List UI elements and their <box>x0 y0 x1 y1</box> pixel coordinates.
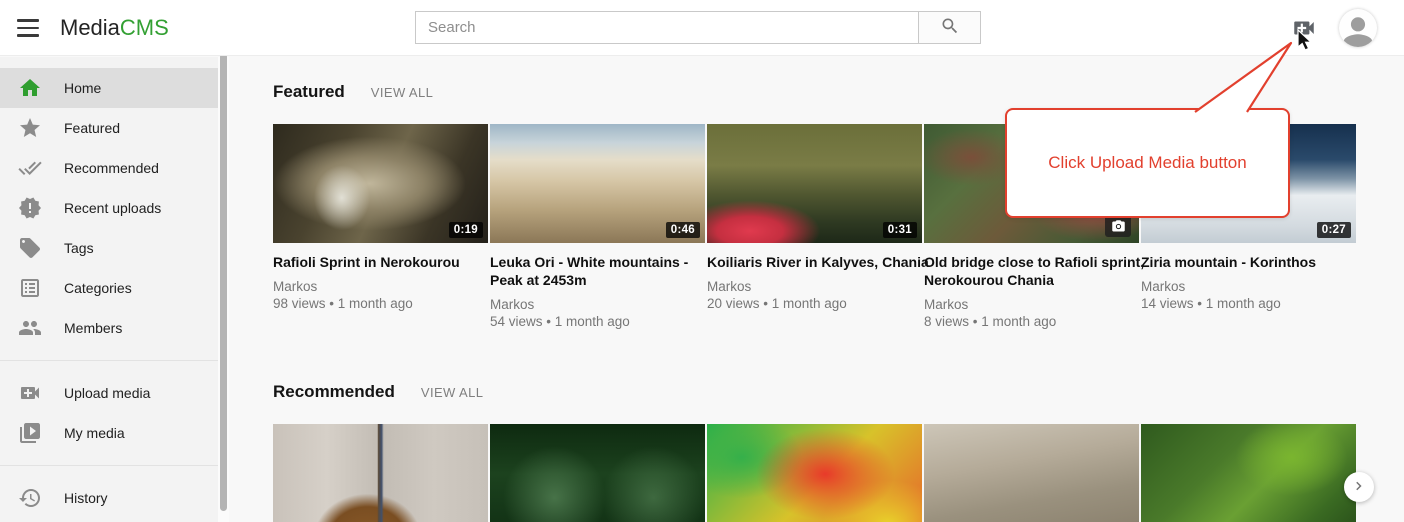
recommended-section: Recommended VIEW ALL <box>273 382 1404 522</box>
video-thumbnail[interactable] <box>490 424 705 522</box>
video-thumbnail[interactable] <box>707 424 922 522</box>
recommended-videos-row <box>273 424 1404 522</box>
sidebar-item-recommended[interactable]: Recommended <box>0 148 218 188</box>
duration-badge: 0:31 <box>883 222 917 238</box>
video-library-icon <box>18 421 42 445</box>
home-icon <box>18 76 42 100</box>
sidebar-item-label: Categories <box>64 280 132 296</box>
duration-badge: 0:27 <box>1317 222 1351 238</box>
video-author: Markos <box>273 278 488 295</box>
sidebar-item-label: Tags <box>64 240 94 256</box>
video-meta: 98 views • 1 month ago <box>273 295 488 312</box>
section-title-featured: Featured <box>273 82 345 102</box>
video-author: Markos <box>490 296 705 313</box>
people-icon <box>18 316 42 340</box>
sidebar-item-label: Recommended <box>64 160 159 176</box>
annotation-text: Click Upload Media button <box>1048 153 1246 173</box>
sidebar-item-label: Featured <box>64 120 120 136</box>
video-author: Markos <box>924 296 1139 313</box>
duration-badge: 0:46 <box>666 222 700 238</box>
video-call-icon <box>18 381 42 405</box>
sidebar-item-label: Members <box>64 320 122 336</box>
video-card: 0:46 Leuka Ori - White mountains - Peak … <box>490 124 705 330</box>
featured-view-all-link[interactable]: VIEW ALL <box>371 85 433 100</box>
upload-media-button[interactable] <box>1289 14 1319 44</box>
logo[interactable]: MediaCMS <box>60 0 169 56</box>
photo-camera-icon <box>1105 215 1131 237</box>
video-author: Markos <box>1141 278 1356 295</box>
featured-section-header: Featured VIEW ALL <box>273 82 1404 106</box>
carousel-next-button[interactable] <box>1344 472 1374 502</box>
mediacms-app: MediaCMS Home Featured Recommended <box>0 0 1404 522</box>
search-button[interactable] <box>918 11 981 44</box>
sidebar-scrollbar[interactable] <box>218 57 229 522</box>
video-thumbnail[interactable]: 0:31 <box>707 124 922 243</box>
user-avatar[interactable] <box>1339 9 1377 47</box>
video-title[interactable]: Old bridge close to Rafioli sprint, Nero… <box>924 253 1146 289</box>
sidebar-item-label: Upload media <box>64 385 150 401</box>
sidebar-divider <box>0 465 218 466</box>
sidebar-item-featured[interactable]: Featured <box>0 108 218 148</box>
video-thumbnail[interactable] <box>924 424 1139 522</box>
sidebar-item-members[interactable]: Members <box>0 308 218 348</box>
double-check-icon <box>18 156 42 180</box>
video-meta: 20 views • 1 month ago <box>707 295 922 312</box>
recommended-section-header: Recommended VIEW ALL <box>273 382 1404 406</box>
video-title[interactable]: Leuka Ori - White mountains - Peak at 24… <box>490 253 712 289</box>
video-author: Markos <box>707 278 922 295</box>
sidebar-item-label: Recent uploads <box>64 200 161 216</box>
annotation-callout: Click Upload Media button <box>1005 108 1290 218</box>
search-icon <box>940 16 960 39</box>
video-call-icon <box>1291 29 1317 44</box>
video-thumbnail[interactable] <box>273 424 488 522</box>
video-card: 0:31 Koiliaris River in Kalyves, Chania … <box>707 124 922 330</box>
video-meta: 54 views • 1 month ago <box>490 313 705 330</box>
sidebar-item-my-media[interactable]: My media <box>0 413 218 453</box>
sidebar-item-recent-uploads[interactable]: Recent uploads <box>0 188 218 228</box>
sidebar-item-upload-media[interactable]: Upload media <box>0 373 218 413</box>
sidebar-item-label: Home <box>64 80 101 96</box>
video-thumbnail[interactable]: 0:46 <box>490 124 705 243</box>
search-bar <box>415 11 981 44</box>
new-releases-icon <box>18 196 42 220</box>
video-title[interactable]: Ziria mountain - Korinthos <box>1141 253 1363 271</box>
recommended-view-all-link[interactable]: VIEW ALL <box>421 385 483 400</box>
tag-icon <box>18 236 42 260</box>
sidebar-item-home[interactable]: Home <box>0 68 218 108</box>
section-title-recommended: Recommended <box>273 382 395 402</box>
person-icon <box>1341 13 1375 47</box>
top-bar: MediaCMS <box>0 0 1404 56</box>
hamburger-icon <box>17 19 39 22</box>
sidebar-item-label: History <box>64 490 108 506</box>
list-icon <box>18 276 42 300</box>
sidebar: Home Featured Recommended Recent uploads… <box>0 57 218 522</box>
logo-media: Media <box>60 15 120 40</box>
video-meta: 8 views • 1 month ago <box>924 313 1139 330</box>
menu-toggle-button[interactable] <box>14 17 42 39</box>
sidebar-divider <box>0 360 218 361</box>
sidebar-item-label: My media <box>64 425 125 441</box>
logo-cms: CMS <box>120 15 169 40</box>
sidebar-item-tags[interactable]: Tags <box>0 228 218 268</box>
video-title[interactable]: Rafioli Sprint in Nerokourou <box>273 253 495 271</box>
video-title[interactable]: Koiliaris River in Kalyves, Chania <box>707 253 929 271</box>
scrollbar-thumb[interactable] <box>220 53 227 511</box>
video-thumbnail[interactable]: 0:19 <box>273 124 488 243</box>
sidebar-item-history[interactable]: History <box>0 478 218 518</box>
star-icon <box>18 116 42 140</box>
sidebar-item-categories[interactable]: Categories <box>0 268 218 308</box>
video-thumbnail[interactable] <box>1141 424 1356 522</box>
history-icon <box>18 486 42 510</box>
video-card: 0:19 Rafioli Sprint in Nerokourou Markos… <box>273 124 488 330</box>
search-input[interactable] <box>415 11 918 44</box>
chevron-right-icon <box>1350 477 1368 498</box>
video-meta: 14 views • 1 month ago <box>1141 295 1356 312</box>
duration-badge: 0:19 <box>449 222 483 238</box>
